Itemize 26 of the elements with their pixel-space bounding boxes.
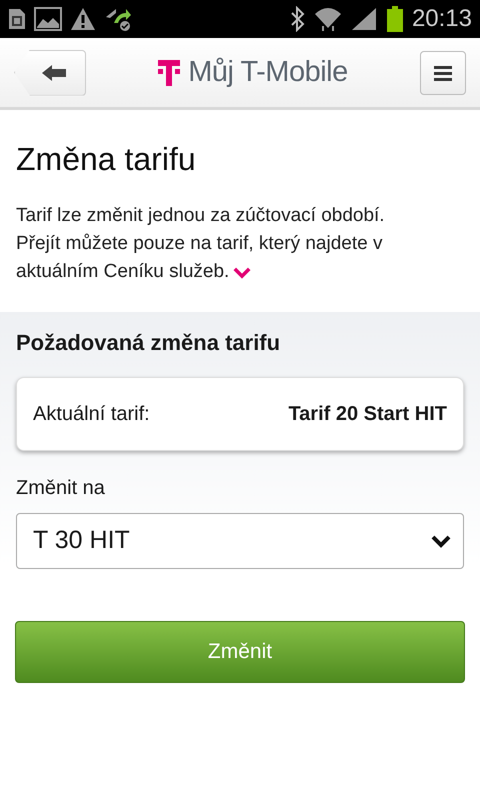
warning-icon <box>70 7 96 31</box>
image-icon <box>34 7 62 31</box>
wifi-icon <box>314 6 342 32</box>
clock: 20:13 <box>412 4 472 34</box>
back-arrow-icon <box>42 64 66 80</box>
current-tariff-label: Aktuální tarif: <box>33 402 150 427</box>
menu-icon <box>434 64 452 80</box>
intro-text-line: Tarif lze změnit jednou za zúčtovací období. <box>16 204 385 228</box>
page-title: Změna tarifu <box>16 140 197 178</box>
menu-button[interactable] <box>420 50 466 94</box>
bluetooth-icon <box>290 6 306 32</box>
tariff-select[interactable]: T 30 HIT <box>16 512 464 569</box>
intro-text-line: aktuálním Ceníku služeb. <box>16 260 230 284</box>
intro-text-line: Přejít můžete pouze na tarif, který najdete v <box>16 232 382 256</box>
section-heading: Požadovaná změna tarifu <box>16 330 282 357</box>
expand-chevron-icon[interactable] <box>233 266 252 279</box>
dropdown-chevron-icon <box>431 534 451 548</box>
logo-icon <box>158 60 180 86</box>
sim-card-icon <box>8 8 26 30</box>
signal-icon <box>350 6 378 32</box>
change-label: Změnit na <box>16 476 106 501</box>
app-title: Můj T-Mobile <box>188 54 348 90</box>
current-tariff-value: Tarif 20 Start HIT <box>288 402 447 427</box>
battery-icon <box>386 6 404 32</box>
back-button[interactable] <box>14 50 86 96</box>
sync-arrows-icon <box>104 7 132 31</box>
